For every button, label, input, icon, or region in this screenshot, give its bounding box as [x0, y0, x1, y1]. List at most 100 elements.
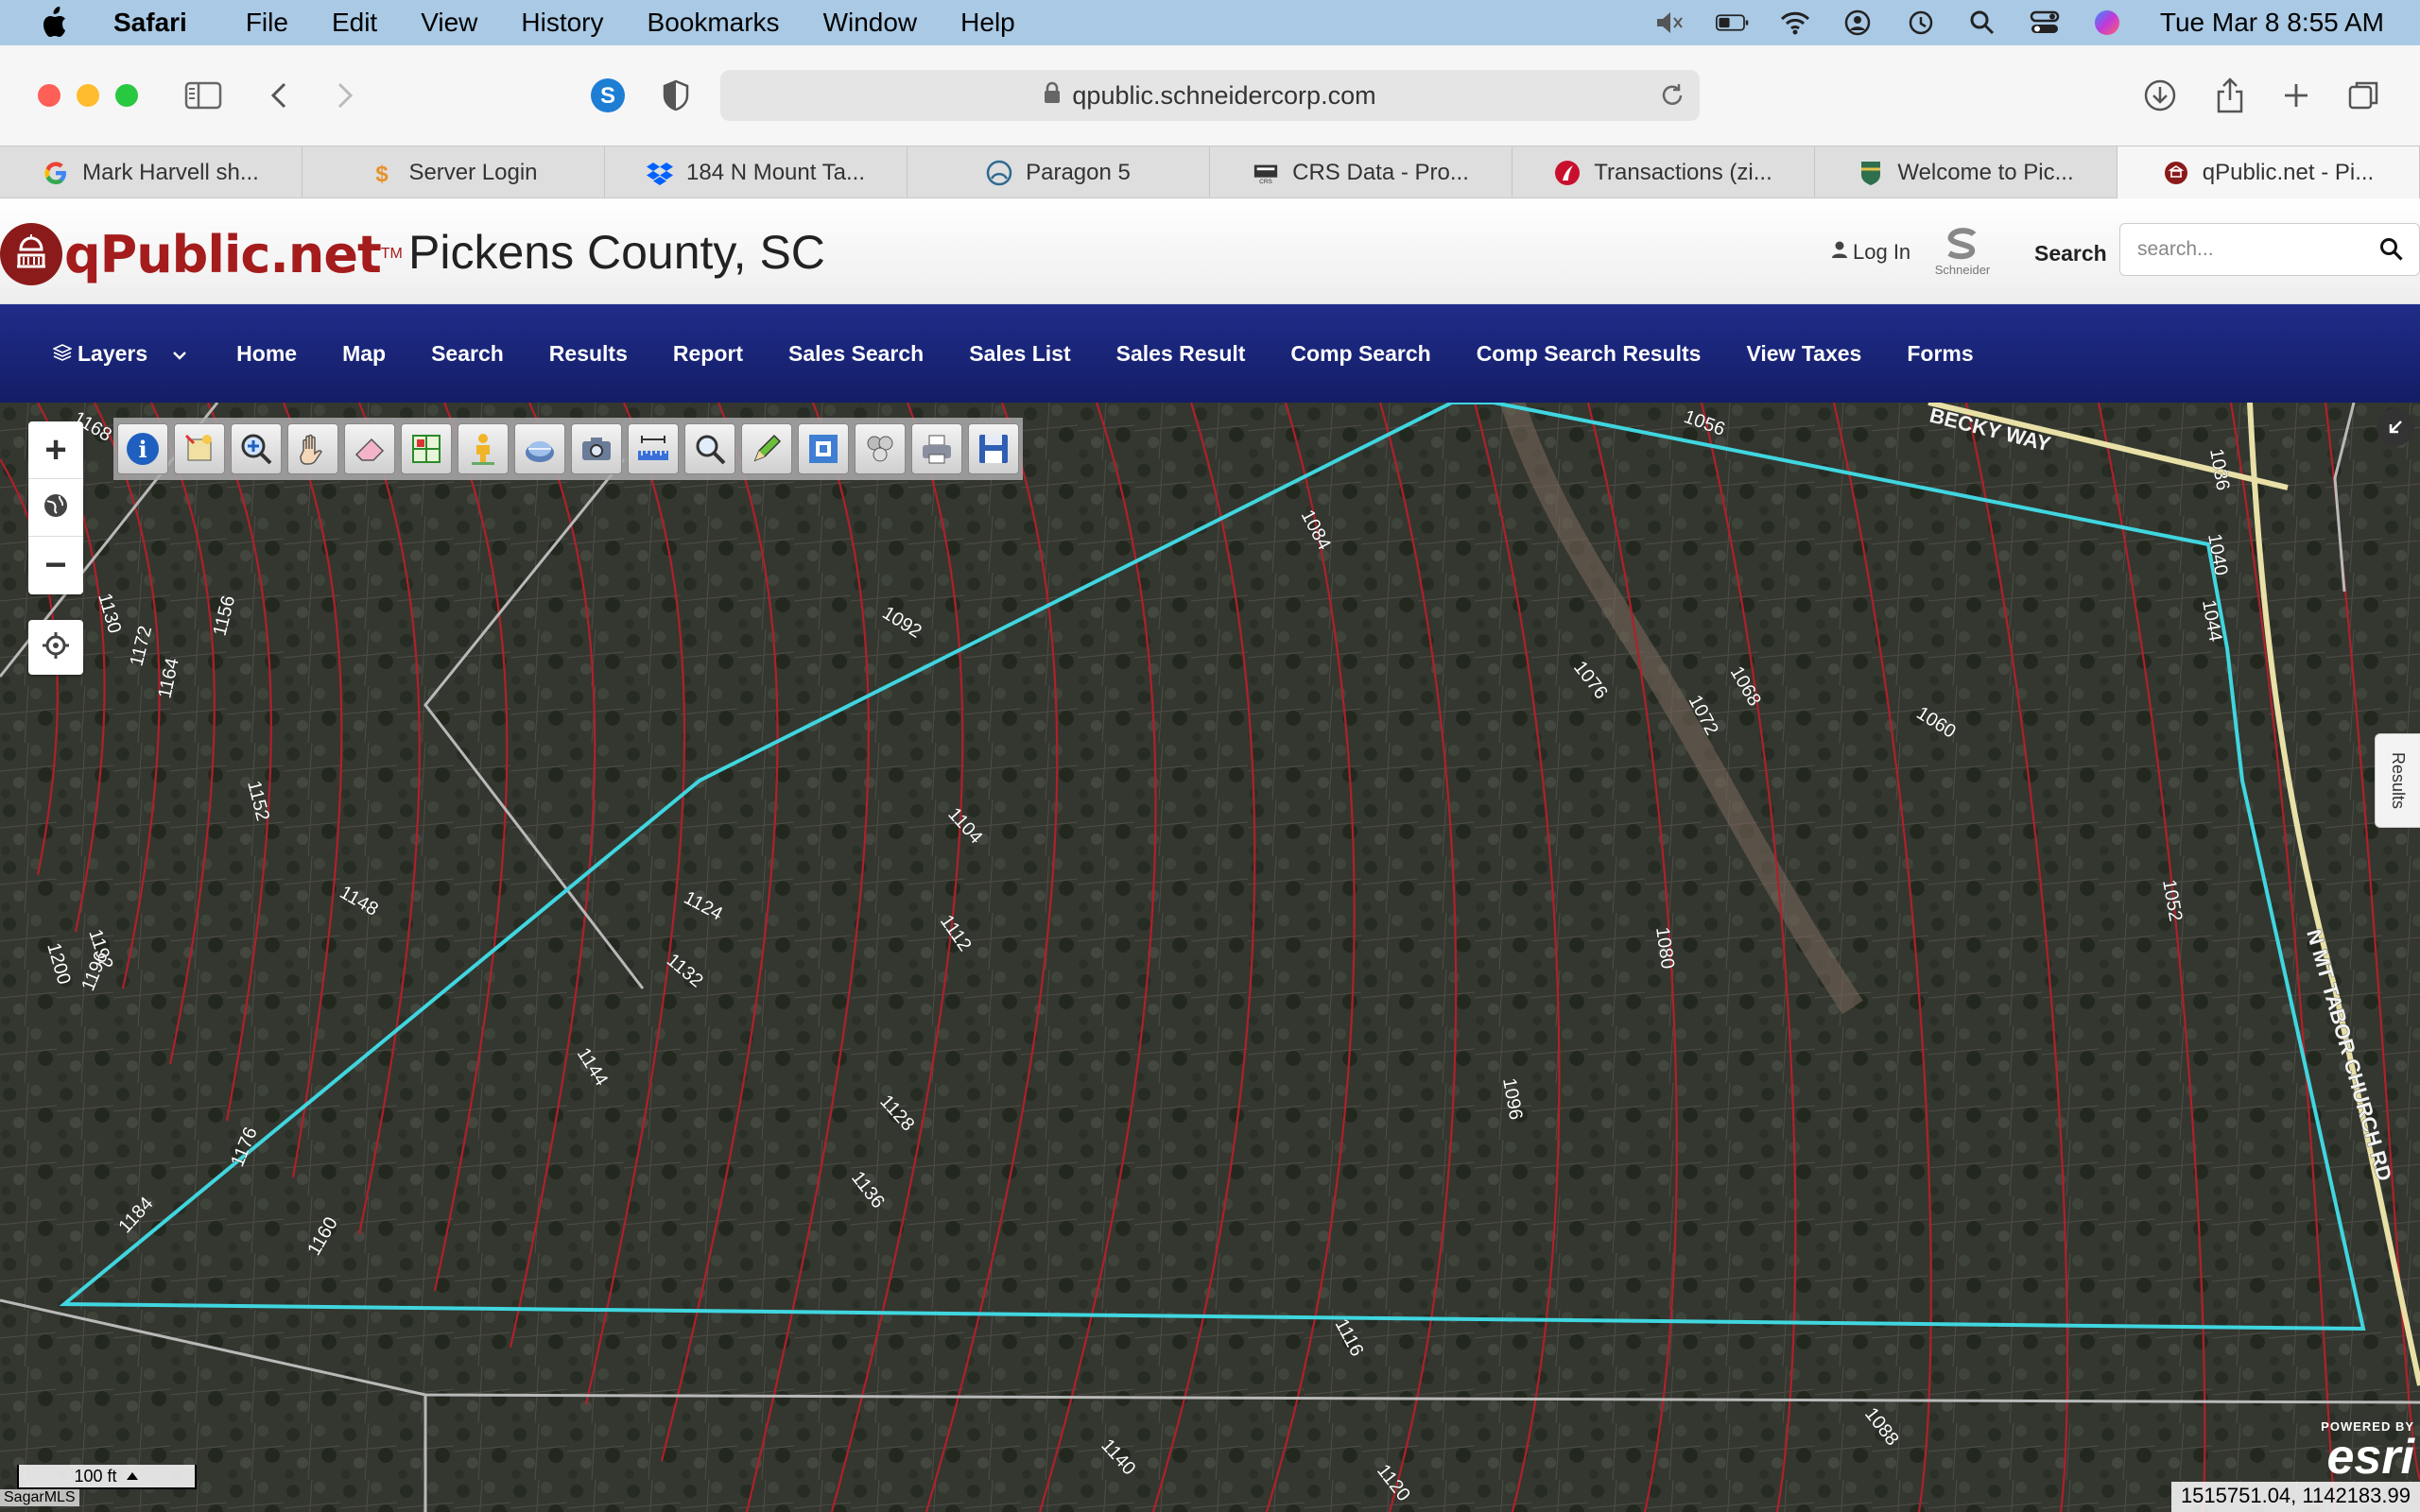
select-parcels-icon[interactable] — [401, 423, 452, 474]
maximize-window-button[interactable] — [115, 84, 138, 107]
stack-icon[interactable] — [855, 423, 906, 474]
nav-sales-search[interactable]: Sales Search — [788, 341, 924, 367]
locate-button[interactable] — [28, 620, 83, 675]
user-icon — [1832, 240, 1847, 265]
search-tool-icon[interactable] — [684, 423, 735, 474]
map-canvas[interactable]: BECKY WAY N MT TABOR CHURCH RD 1056 1036… — [0, 403, 2420, 1512]
qpublic-logo[interactable]: qPublic.net TM — [0, 221, 403, 287]
login-link[interactable]: Log In — [1832, 240, 1910, 265]
results-tab-label: Results — [2389, 751, 2408, 810]
tab-transactions[interactable]: Transactions (zi... — [1512, 146, 1815, 199]
save-icon[interactable] — [968, 423, 1019, 474]
nav-results[interactable]: Results — [549, 341, 628, 367]
zoom-in-tool-icon[interactable] — [231, 423, 282, 474]
forward-icon[interactable] — [323, 74, 367, 117]
buffer-icon[interactable] — [798, 423, 849, 474]
measure-icon[interactable] — [628, 423, 679, 474]
window-controls — [38, 84, 138, 107]
extension-s-icon[interactable]: S — [586, 74, 630, 117]
tab-label: qPublic.net - Pi... — [2202, 160, 2375, 185]
pencil-icon[interactable] — [741, 423, 792, 474]
menubar-clock[interactable]: Tue Mar 8 8:55 AM — [2160, 8, 2384, 38]
browser-toolbar: S qpublic.schneidercorp.com — [0, 45, 2420, 146]
print-icon[interactable] — [911, 423, 962, 474]
tab-crs-data[interactable]: CRS CRS Data - Pro... — [1210, 146, 1512, 199]
menu-file[interactable]: File — [246, 8, 288, 38]
tab-label: Server Login — [408, 160, 538, 185]
tab-welcome-pickens[interactable]: Welcome to Pic... — [1815, 146, 2118, 199]
apple-icon[interactable] — [38, 7, 70, 39]
control-center-icon[interactable] — [2028, 9, 2062, 37]
pan-hand-icon[interactable] — [287, 423, 338, 474]
zoom-in-button[interactable]: + — [28, 421, 83, 479]
menu-help[interactable]: Help — [960, 8, 1015, 38]
info-icon[interactable]: i — [117, 423, 168, 474]
menu-safari[interactable]: Safari — [113, 8, 187, 38]
menu-edit[interactable]: Edit — [332, 8, 377, 38]
full-extent-button[interactable] — [28, 479, 83, 537]
battery-icon[interactable] — [1715, 9, 1750, 37]
lock-icon — [1044, 81, 1061, 111]
aerial-map-layer[interactable]: BECKY WAY N MT TABOR CHURCH RD 1056 1036… — [0, 403, 2420, 1512]
menu-history[interactable]: History — [521, 8, 603, 38]
camera-icon[interactable] — [571, 423, 622, 474]
nav-layers[interactable]: Layers — [52, 341, 187, 367]
privacy-shield-icon[interactable] — [654, 74, 698, 117]
reload-icon[interactable] — [1658, 81, 1686, 110]
siri-icon[interactable] — [2090, 9, 2124, 37]
tab-184-n-mount[interactable]: 184 N Mount Ta... — [605, 146, 908, 199]
sidebar-toggle-icon[interactable] — [182, 74, 225, 117]
share-icon[interactable] — [2208, 74, 2252, 117]
results-side-tab[interactable]: Results — [2375, 733, 2420, 828]
pegman-icon[interactable] — [458, 423, 509, 474]
spotlight-icon[interactable] — [1965, 9, 1999, 37]
tab-mark-harvell[interactable]: Mark Harvell sh... — [0, 146, 302, 199]
time-machine-icon[interactable] — [1903, 9, 1937, 37]
chevron-down-icon — [172, 341, 187, 367]
eraser-icon[interactable] — [344, 423, 395, 474]
tab-server-login[interactable]: $ Server Login — [302, 146, 605, 199]
nav-sales-list[interactable]: Sales List — [969, 341, 1070, 367]
zoom-out-button[interactable]: − — [28, 537, 83, 594]
paragon-icon — [986, 160, 1012, 186]
scale-label: 100 ft — [74, 1466, 117, 1486]
nav-forms[interactable]: Forms — [1907, 341, 1973, 367]
search-icon[interactable] — [2379, 237, 2404, 262]
menu-view[interactable]: View — [421, 8, 477, 38]
tab-qpublic[interactable]: qPublic.net - Pi... — [2118, 146, 2420, 199]
menu-bookmarks[interactable]: Bookmarks — [648, 8, 780, 38]
globe-tool-icon[interactable] — [514, 423, 565, 474]
user-account-icon[interactable] — [1841, 9, 1875, 37]
tab-paragon[interactable]: Paragon 5 — [908, 146, 1210, 199]
search-placeholder: search... — [2137, 238, 2214, 260]
tab-label: Mark Harvell sh... — [82, 160, 259, 185]
capitol-dome-icon — [0, 223, 62, 285]
nav-comp-search[interactable]: Comp Search — [1290, 341, 1430, 367]
nav-sales-result[interactable]: Sales Result — [1116, 341, 1246, 367]
identify-icon[interactable] — [174, 423, 225, 474]
close-window-button[interactable] — [38, 84, 60, 107]
nav-search[interactable]: Search — [431, 341, 504, 367]
address-bar[interactable]: qpublic.schneidercorp.com — [720, 70, 1700, 121]
trademark: TM — [380, 246, 403, 262]
svg-text:CRS: CRS — [1259, 179, 1272, 185]
downloads-icon[interactable] — [2138, 74, 2182, 117]
collapse-arrow-icon[interactable] — [2377, 408, 2414, 446]
minimize-window-button[interactable] — [77, 84, 99, 107]
nav-view-taxes[interactable]: View Taxes — [1746, 341, 1861, 367]
tab-overview-icon[interactable] — [2342, 74, 2386, 117]
mute-icon[interactable] — [1653, 9, 1687, 37]
schneider-logo[interactable]: Schneider — [1928, 227, 1996, 280]
nav-comp-search-results[interactable]: Comp Search Results — [1477, 341, 1702, 367]
nav-map[interactable]: Map — [342, 341, 386, 367]
site-header: qPublic.net TM Pickens County, SC Log In … — [0, 198, 2420, 304]
main-nav: Layers Home Map Search Results Report Sa… — [0, 304, 2420, 403]
search-input[interactable]: search... — [2119, 223, 2420, 276]
nav-home[interactable]: Home — [236, 341, 297, 367]
wifi-icon[interactable] — [1778, 9, 1812, 37]
nav-report[interactable]: Report — [673, 341, 743, 367]
new-tab-icon[interactable] — [2274, 74, 2318, 117]
back-icon[interactable] — [257, 74, 301, 117]
menu-window[interactable]: Window — [823, 8, 918, 38]
browser-tab-bar: Mark Harvell sh... $ Server Login 184 N … — [0, 146, 2420, 199]
